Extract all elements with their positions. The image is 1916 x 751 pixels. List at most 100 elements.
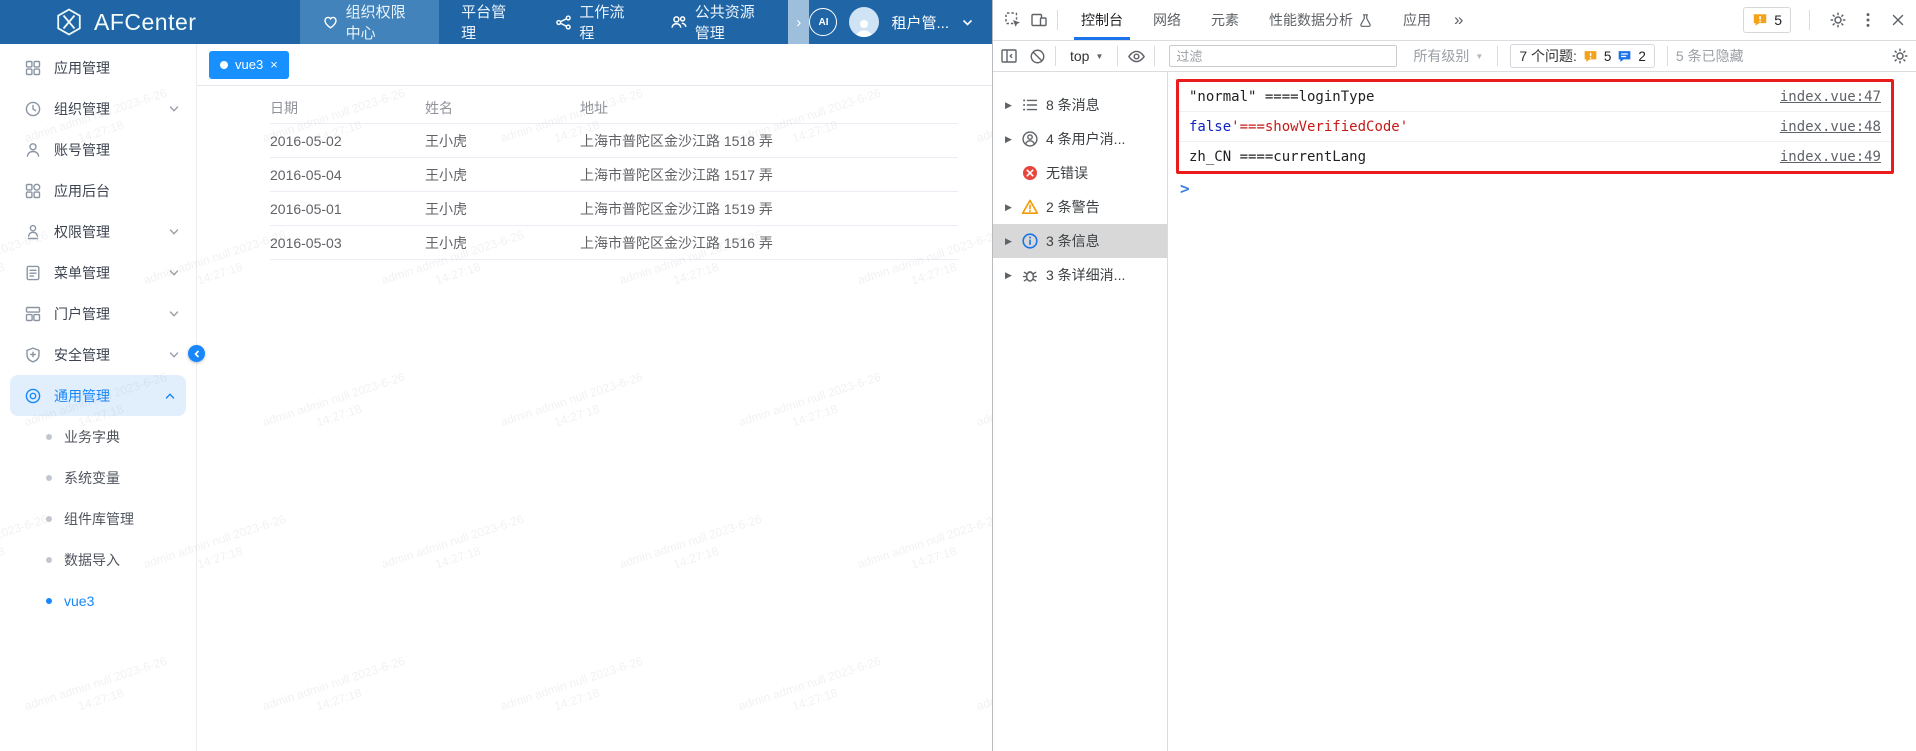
table-row[interactable]: 2016-05-04王小虎上海市普陀区金沙江路 1517 弄	[270, 158, 958, 192]
sidebar-subitem-vue3[interactable]: vue3	[0, 580, 196, 621]
header-right-area: AI 租户管...	[809, 7, 992, 37]
console-prompt-chevron[interactable]: >	[1180, 179, 1190, 198]
sidebar-item-5[interactable]: 菜单管理	[0, 252, 196, 293]
issues-count: 5	[1774, 12, 1782, 28]
sidebar-collapse-button[interactable]	[188, 345, 205, 362]
error-icon	[1021, 164, 1039, 182]
sidebar-item-8[interactable]: 通用管理	[10, 375, 186, 416]
console-filter-3[interactable]: ▶ 2 条警告	[993, 190, 1167, 224]
devtools-tab-0[interactable]: 控制台	[1066, 0, 1138, 40]
sidebar-item-label: 权限管理	[54, 222, 110, 242]
divider	[1117, 46, 1118, 66]
source-link[interactable]: index.vue:47	[1780, 89, 1881, 105]
app-logo[interactable]: AFCenter	[0, 7, 300, 37]
chevron-down-icon	[168, 103, 180, 115]
sidebar-item-1[interactable]: 组织管理	[0, 88, 196, 129]
devtools-tab-2[interactable]: 元素	[1196, 0, 1254, 40]
data-table: 日期姓名地址 2016-05-02王小虎上海市普陀区金沙江路 1518 弄201…	[270, 93, 958, 260]
sidebar-item-6[interactable]: 门户管理	[0, 293, 196, 334]
expand-triangle-icon[interactable]: ▶	[1003, 202, 1014, 213]
tab-vue3[interactable]: vue3 ×	[209, 51, 289, 79]
table-cell: 王小虎	[425, 124, 580, 158]
console-sidebar-toggle-icon[interactable]	[999, 46, 1019, 66]
ai-assistant-icon[interactable]: AI	[809, 8, 837, 36]
sidebar-item-label: 菜单管理	[54, 263, 110, 283]
console-filter-4[interactable]: ▶3 条信息	[993, 224, 1167, 258]
tab-label: vue3	[235, 57, 263, 72]
console-filter-5[interactable]: ▶ 3 条详细消...	[993, 258, 1167, 292]
chevron-down-icon[interactable]	[961, 16, 974, 29]
sidebar-item-4[interactable]: 权限管理	[0, 211, 196, 252]
issues-summary-button[interactable]: 7 个问题: 5 2	[1510, 44, 1655, 68]
devtools-tab-3[interactable]: 性能数据分析	[1254, 0, 1388, 40]
console-settings-gear-icon[interactable]	[1890, 46, 1910, 66]
sidebar-item-7[interactable]: 安全管理	[0, 334, 196, 375]
nav-item-1[interactable]: 平台管理	[439, 0, 533, 44]
devtools-tab-4[interactable]: 应用	[1388, 0, 1446, 40]
expand-triangle-icon[interactable]: ▶	[1003, 270, 1014, 281]
sidebar-subitem-组件库管理[interactable]: 组件库管理	[0, 498, 196, 539]
console-filter-1[interactable]: ▶4 条用户消...	[993, 122, 1167, 156]
divider	[1809, 10, 1810, 30]
gear-icon[interactable]	[1828, 10, 1848, 30]
nav-item-2[interactable]: 工作流程	[533, 0, 647, 44]
device-toolbar-icon[interactable]	[1029, 10, 1049, 30]
afcenter-app-window: AFCenter 组织权限中心平台管理工作流程公共资源管理 › AI 租户管..…	[0, 0, 992, 751]
kebab-menu-icon[interactable]	[1858, 10, 1878, 30]
nav-more-arrow[interactable]: ›	[788, 0, 809, 44]
chevron-down-icon	[168, 349, 180, 361]
expand-triangle-icon[interactable]: ▶	[1003, 100, 1014, 111]
page-tab-bar: vue3 ×	[197, 44, 992, 86]
user-avatar[interactable]	[849, 7, 879, 37]
inspect-element-icon[interactable]	[1003, 10, 1023, 30]
context-selector[interactable]: top ▼	[1064, 48, 1109, 64]
console-filter-label: 2 条警告	[1046, 197, 1100, 217]
issues-counter-button[interactable]: 5	[1743, 7, 1791, 33]
context-value: top	[1070, 48, 1089, 64]
sidebar-subitem-业务字典[interactable]: 业务字典	[0, 416, 196, 457]
console-filter-0[interactable]: ▶ 8 条消息	[993, 88, 1167, 122]
sidebar-item-label: 安全管理	[54, 345, 110, 365]
sidebar-item-2[interactable]: 账号管理	[0, 129, 196, 170]
sidebar-item-3[interactable]: 应用后台	[0, 170, 196, 211]
table-row[interactable]: 2016-05-01王小虎上海市普陀区金沙江路 1519 弄	[270, 192, 958, 226]
sidebar-item-0[interactable]: 应用管理	[0, 47, 196, 88]
console-filter-input[interactable]	[1169, 45, 1397, 67]
devtools-tab-bar-right: 5	[1743, 7, 1908, 33]
sidebar-subitem-系统变量[interactable]: 系统变量	[0, 457, 196, 498]
live-expression-eye-icon[interactable]	[1126, 46, 1146, 66]
log-level-selector[interactable]: 所有级别 ▼	[1407, 46, 1489, 66]
console-filter-label: 3 条详细消...	[1046, 265, 1125, 285]
more-tabs-button[interactable]: »	[1446, 10, 1471, 30]
sidebar-item-label: 应用后台	[54, 181, 110, 201]
people-icon	[670, 13, 688, 31]
table-row[interactable]: 2016-05-02王小虎上海市普陀区金沙江路 1518 弄	[270, 124, 958, 158]
table-cell: 上海市普陀区金沙江路 1518 弄	[580, 124, 958, 158]
table-header-row: 日期姓名地址	[270, 93, 958, 124]
console-filter-label: 8 条消息	[1046, 95, 1100, 115]
devtools-tab-1[interactable]: 网络	[1138, 0, 1196, 40]
table-row[interactable]: 2016-05-03王小虎上海市普陀区金沙江路 1516 弄	[270, 226, 958, 260]
console-filter-2[interactable]: 无错误	[993, 156, 1167, 190]
portal-icon	[24, 305, 42, 323]
expand-triangle-icon[interactable]: ▶	[1003, 236, 1014, 247]
devtools-panel: 控制台网络元素性能数据分析应用 » 5	[992, 0, 1916, 751]
sidebar-subitem-数据导入[interactable]: 数据导入	[0, 539, 196, 580]
close-devtools-icon[interactable]	[1888, 10, 1908, 30]
source-link[interactable]: index.vue:48	[1780, 119, 1881, 135]
sidebar-subitem-label: 业务字典	[64, 427, 120, 447]
nav-item-0[interactable]: 组织权限中心	[300, 0, 440, 44]
warning-icon	[1021, 198, 1039, 216]
caret-down-icon: ▼	[1475, 52, 1483, 61]
clear-console-icon[interactable]	[1027, 46, 1047, 66]
sidebar-subitem-label: 组件库管理	[64, 509, 134, 529]
expand-triangle-icon[interactable]: ▶	[1003, 134, 1014, 145]
tenant-admin-label[interactable]: 租户管...	[891, 12, 949, 33]
table-cell: 上海市普陀区金沙江路 1516 弄	[580, 226, 958, 260]
nav-item-3[interactable]: 公共资源管理	[648, 0, 788, 44]
divider	[1667, 46, 1668, 66]
close-icon[interactable]: ×	[270, 58, 278, 71]
hidden-messages-label: 5 条已隐藏	[1676, 46, 1744, 66]
console-toolbar: top ▼ 所有级别 ▼ 7 个问题: 5 2 5 条已隐藏	[993, 41, 1916, 72]
source-link[interactable]: index.vue:49	[1780, 149, 1881, 165]
